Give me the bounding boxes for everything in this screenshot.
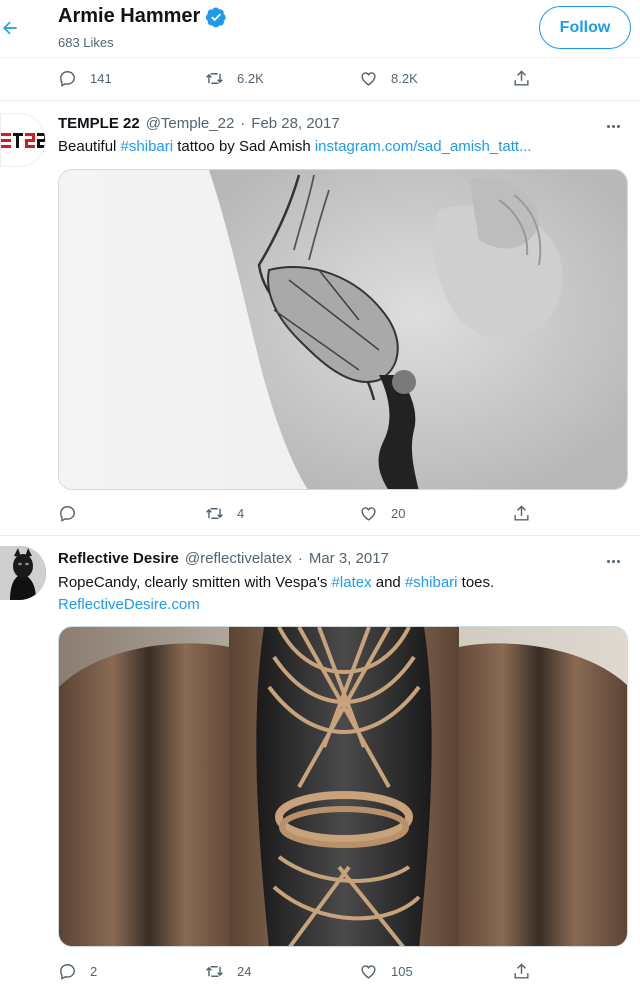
- like-icon: [359, 69, 378, 88]
- tweet[interactable]: Reflective Desire @reflectivelatex · Mar…: [0, 536, 640, 989]
- retweet-count: 6.2K: [237, 70, 264, 86]
- like-count: 20: [391, 505, 406, 521]
- tweet-date[interactable]: Mar 3, 2017: [309, 550, 389, 567]
- separator: ·: [297, 550, 303, 567]
- author-handle[interactable]: @reflectivelatex: [185, 550, 292, 567]
- tattoo-photo[interactable]: [58, 169, 628, 490]
- reply-count: 2: [90, 963, 98, 979]
- tweet-author-line: Reflective Desire @reflectivelatex · Mar…: [58, 550, 389, 567]
- share-button[interactable]: [512, 66, 531, 90]
- profile-likes-count: 683 Likes: [58, 35, 114, 50]
- share-icon: [512, 69, 531, 88]
- rope-image: [59, 627, 627, 946]
- hashtag-shibari[interactable]: #shibari: [121, 138, 174, 155]
- reply-button[interactable]: [58, 501, 90, 525]
- profile-name: Armie Hammer: [58, 5, 201, 27]
- like-button[interactable]: 105: [359, 959, 413, 983]
- profile-name-row: Armie Hammer: [58, 5, 227, 28]
- reply-button[interactable]: 141: [58, 66, 112, 90]
- share-button[interactable]: [512, 501, 531, 525]
- retweet-count: 4: [237, 505, 245, 521]
- share-icon: [512, 962, 531, 981]
- back-button[interactable]: [0, 14, 24, 42]
- text-segment: and: [371, 574, 405, 591]
- website-link[interactable]: ReflectiveDesire.com: [58, 596, 200, 613]
- more-icon[interactable]: [607, 556, 627, 566]
- text-segment: Beautiful: [58, 138, 121, 155]
- author-name[interactable]: TEMPLE 22: [58, 115, 140, 132]
- reply-icon: [58, 504, 77, 523]
- reply-button[interactable]: 2: [58, 959, 97, 983]
- tweet[interactable]: TEMPLE 22 @Temple_22 · Feb 28, 2017 Beau…: [0, 101, 640, 535]
- tweet-author-line: TEMPLE 22 @Temple_22 · Feb 28, 2017: [58, 115, 340, 132]
- verified-badge-icon: [205, 6, 227, 28]
- hashtag-latex[interactable]: #latex: [332, 574, 372, 591]
- retweet-button[interactable]: 4: [205, 501, 244, 525]
- separator: ·: [240, 115, 246, 132]
- text-segment: toes.: [457, 574, 495, 591]
- instagram-link[interactable]: instagram.com/sad_amish_tatt...: [315, 138, 532, 155]
- text-segment: tattoo by Sad Amish: [173, 138, 315, 155]
- reply-icon: [58, 69, 77, 88]
- follow-button[interactable]: Follow: [539, 6, 631, 49]
- text-segment: RopeCandy, clearly smitten with Vespa's: [58, 574, 332, 591]
- tweet-text: Beautiful #shibari tattoo by Sad Amish i…: [58, 136, 618, 158]
- tweet-text: RopeCandy, clearly smitten with Vespa's …: [58, 572, 618, 616]
- like-count: 8.2K: [391, 70, 418, 86]
- reflective-desire-avatar-icon: [0, 546, 46, 600]
- reply-icon: [58, 962, 77, 981]
- like-button[interactable]: 8.2K: [359, 66, 418, 90]
- author-handle[interactable]: @Temple_22: [146, 115, 235, 132]
- back-arrow-icon: [3, 21, 17, 35]
- retweet-button[interactable]: 6.2K: [205, 66, 264, 90]
- like-button[interactable]: 20: [359, 501, 405, 525]
- retweet-icon: [205, 69, 224, 88]
- tattoo-image: [59, 170, 627, 489]
- like-icon: [359, 504, 378, 523]
- hashtag-shibari[interactable]: #shibari: [405, 574, 458, 591]
- rope-photo[interactable]: [58, 626, 628, 947]
- like-count: 105: [391, 963, 413, 979]
- avatar[interactable]: [0, 546, 46, 600]
- reply-count: 141: [90, 70, 112, 86]
- retweet-count: 24: [237, 963, 252, 979]
- retweet-icon: [205, 504, 224, 523]
- temple22-logo-icon: [1, 114, 45, 166]
- retweet-icon: [205, 962, 224, 981]
- like-icon: [359, 962, 378, 981]
- avatar[interactable]: [0, 113, 46, 167]
- author-name[interactable]: Reflective Desire: [58, 550, 179, 567]
- profile-header: Armie Hammer 683 Likes Follow: [0, 0, 640, 58]
- tweet-date[interactable]: Feb 28, 2017: [251, 115, 339, 132]
- share-button[interactable]: [512, 959, 531, 983]
- more-icon[interactable]: [607, 121, 627, 131]
- share-icon: [512, 504, 531, 523]
- retweet-button[interactable]: 24: [205, 959, 251, 983]
